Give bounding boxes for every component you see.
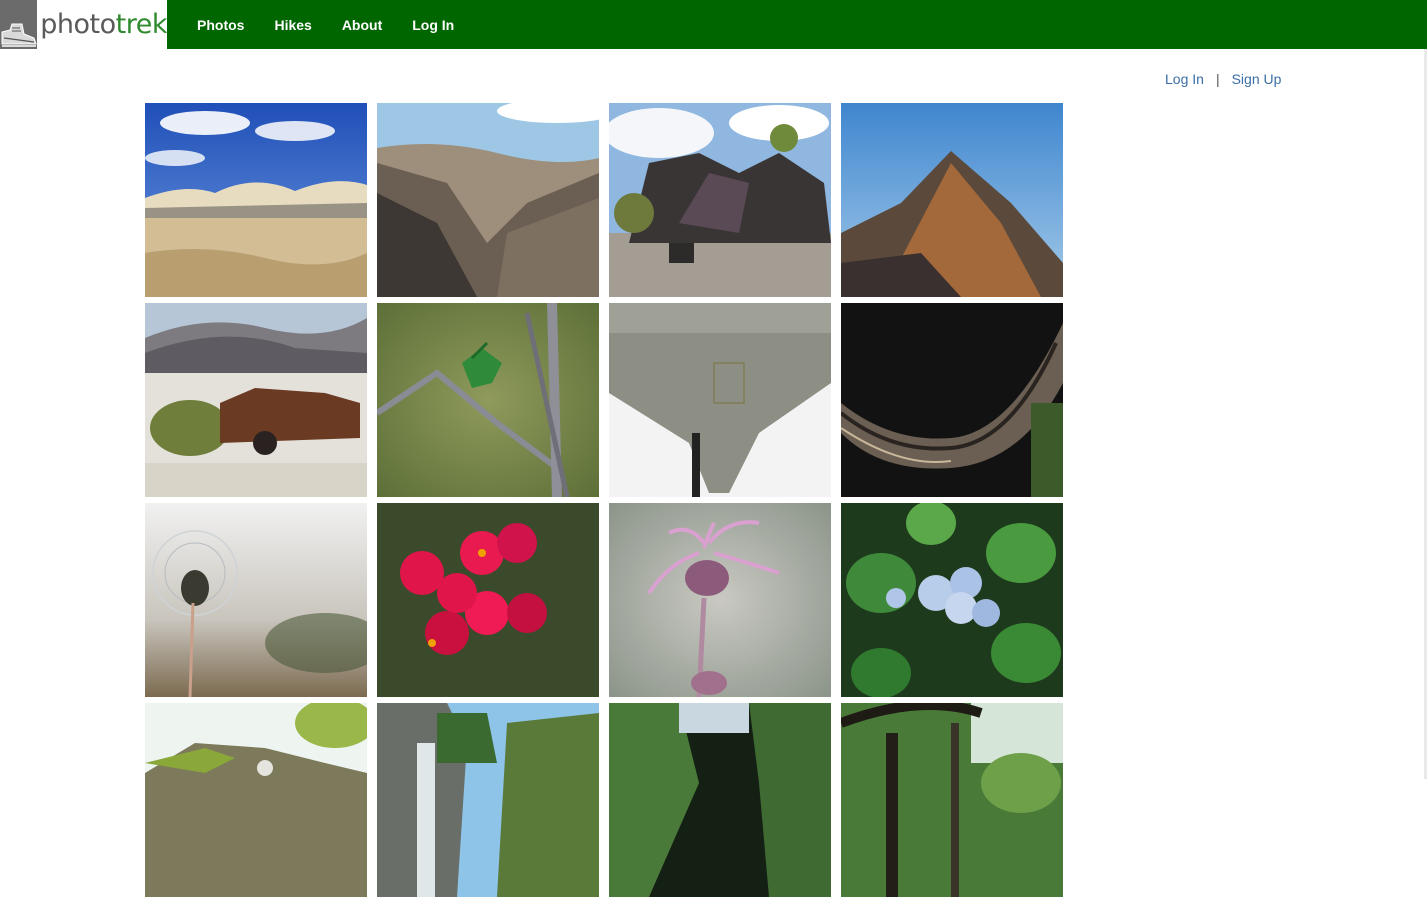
- hiking-boot-icon: [0, 0, 38, 49]
- auth-separator: |: [1215, 71, 1220, 87]
- brand-name-part2: trek: [115, 9, 168, 40]
- photo-thumbnail-mossy-rocks[interactable]: [145, 703, 367, 897]
- nav-item-about[interactable]: About: [342, 17, 382, 33]
- photo-thumbnail-carved-wood[interactable]: [841, 303, 1063, 497]
- green-ravine-image: [609, 703, 831, 897]
- forest-trees-image: [841, 703, 1063, 897]
- auth-links: Log In | Sign Up: [1165, 71, 1281, 87]
- photo-thumbnail-forest-trees[interactable]: [841, 703, 1063, 897]
- volcanic-rocks-image: [609, 103, 831, 297]
- red-flowers-image: [377, 503, 599, 697]
- photo-thumbnail-waterfall[interactable]: [377, 703, 599, 897]
- photo-thumbnail-rusted-car[interactable]: [145, 303, 367, 497]
- rusted-car-image: [145, 303, 367, 497]
- waterfall-image: [377, 703, 599, 897]
- main-nav: Photos Hikes About Log In: [182, 0, 469, 49]
- nav-item-login[interactable]: Log In: [412, 17, 454, 33]
- canyon-image: [377, 103, 599, 297]
- blue-hydrangea-image: [841, 503, 1063, 697]
- photo-thumbnail-sand-dunes[interactable]: [145, 103, 367, 297]
- photo-thumbnail-volcanic-rocks[interactable]: [609, 103, 831, 297]
- photo-gallery: [145, 103, 1065, 897]
- sand-dunes-image: [145, 103, 367, 297]
- photo-thumbnail-airplane-underside[interactable]: [609, 303, 831, 497]
- top-navbar: phototrek Photos Hikes About Log In: [0, 0, 1427, 49]
- nav-item-photos[interactable]: Photos: [197, 17, 244, 33]
- login-link[interactable]: Log In: [1165, 71, 1204, 87]
- photo-thumbnail-canyon[interactable]: [377, 103, 599, 297]
- photo-thumbnail-pink-flower[interactable]: [609, 503, 831, 697]
- photo-thumbnail-blue-hydrangea[interactable]: [841, 503, 1063, 697]
- brand-name: phototrek: [40, 0, 167, 49]
- brand-logo[interactable]: phototrek: [0, 0, 168, 49]
- signup-link[interactable]: Sign Up: [1232, 71, 1282, 87]
- thorny-branch-image: [377, 303, 599, 497]
- dandelion-image: [145, 503, 367, 697]
- mossy-rocks-image: [145, 703, 367, 897]
- photo-thumbnail-dandelion[interactable]: [145, 503, 367, 697]
- photo-thumbnail-mountain-peak[interactable]: [841, 103, 1063, 297]
- photo-thumbnail-red-flowers[interactable]: [377, 503, 599, 697]
- mountain-peak-image: [841, 103, 1063, 297]
- brand-name-part1: photo: [40, 9, 116, 40]
- airplane-underside-image: [609, 303, 831, 497]
- photo-thumbnail-thorny-branch[interactable]: [377, 303, 599, 497]
- photo-thumbnail-green-ravine[interactable]: [609, 703, 831, 897]
- nav-item-hikes[interactable]: Hikes: [274, 17, 311, 33]
- carved-wood-image: [841, 303, 1063, 497]
- pink-flower-image: [609, 503, 831, 697]
